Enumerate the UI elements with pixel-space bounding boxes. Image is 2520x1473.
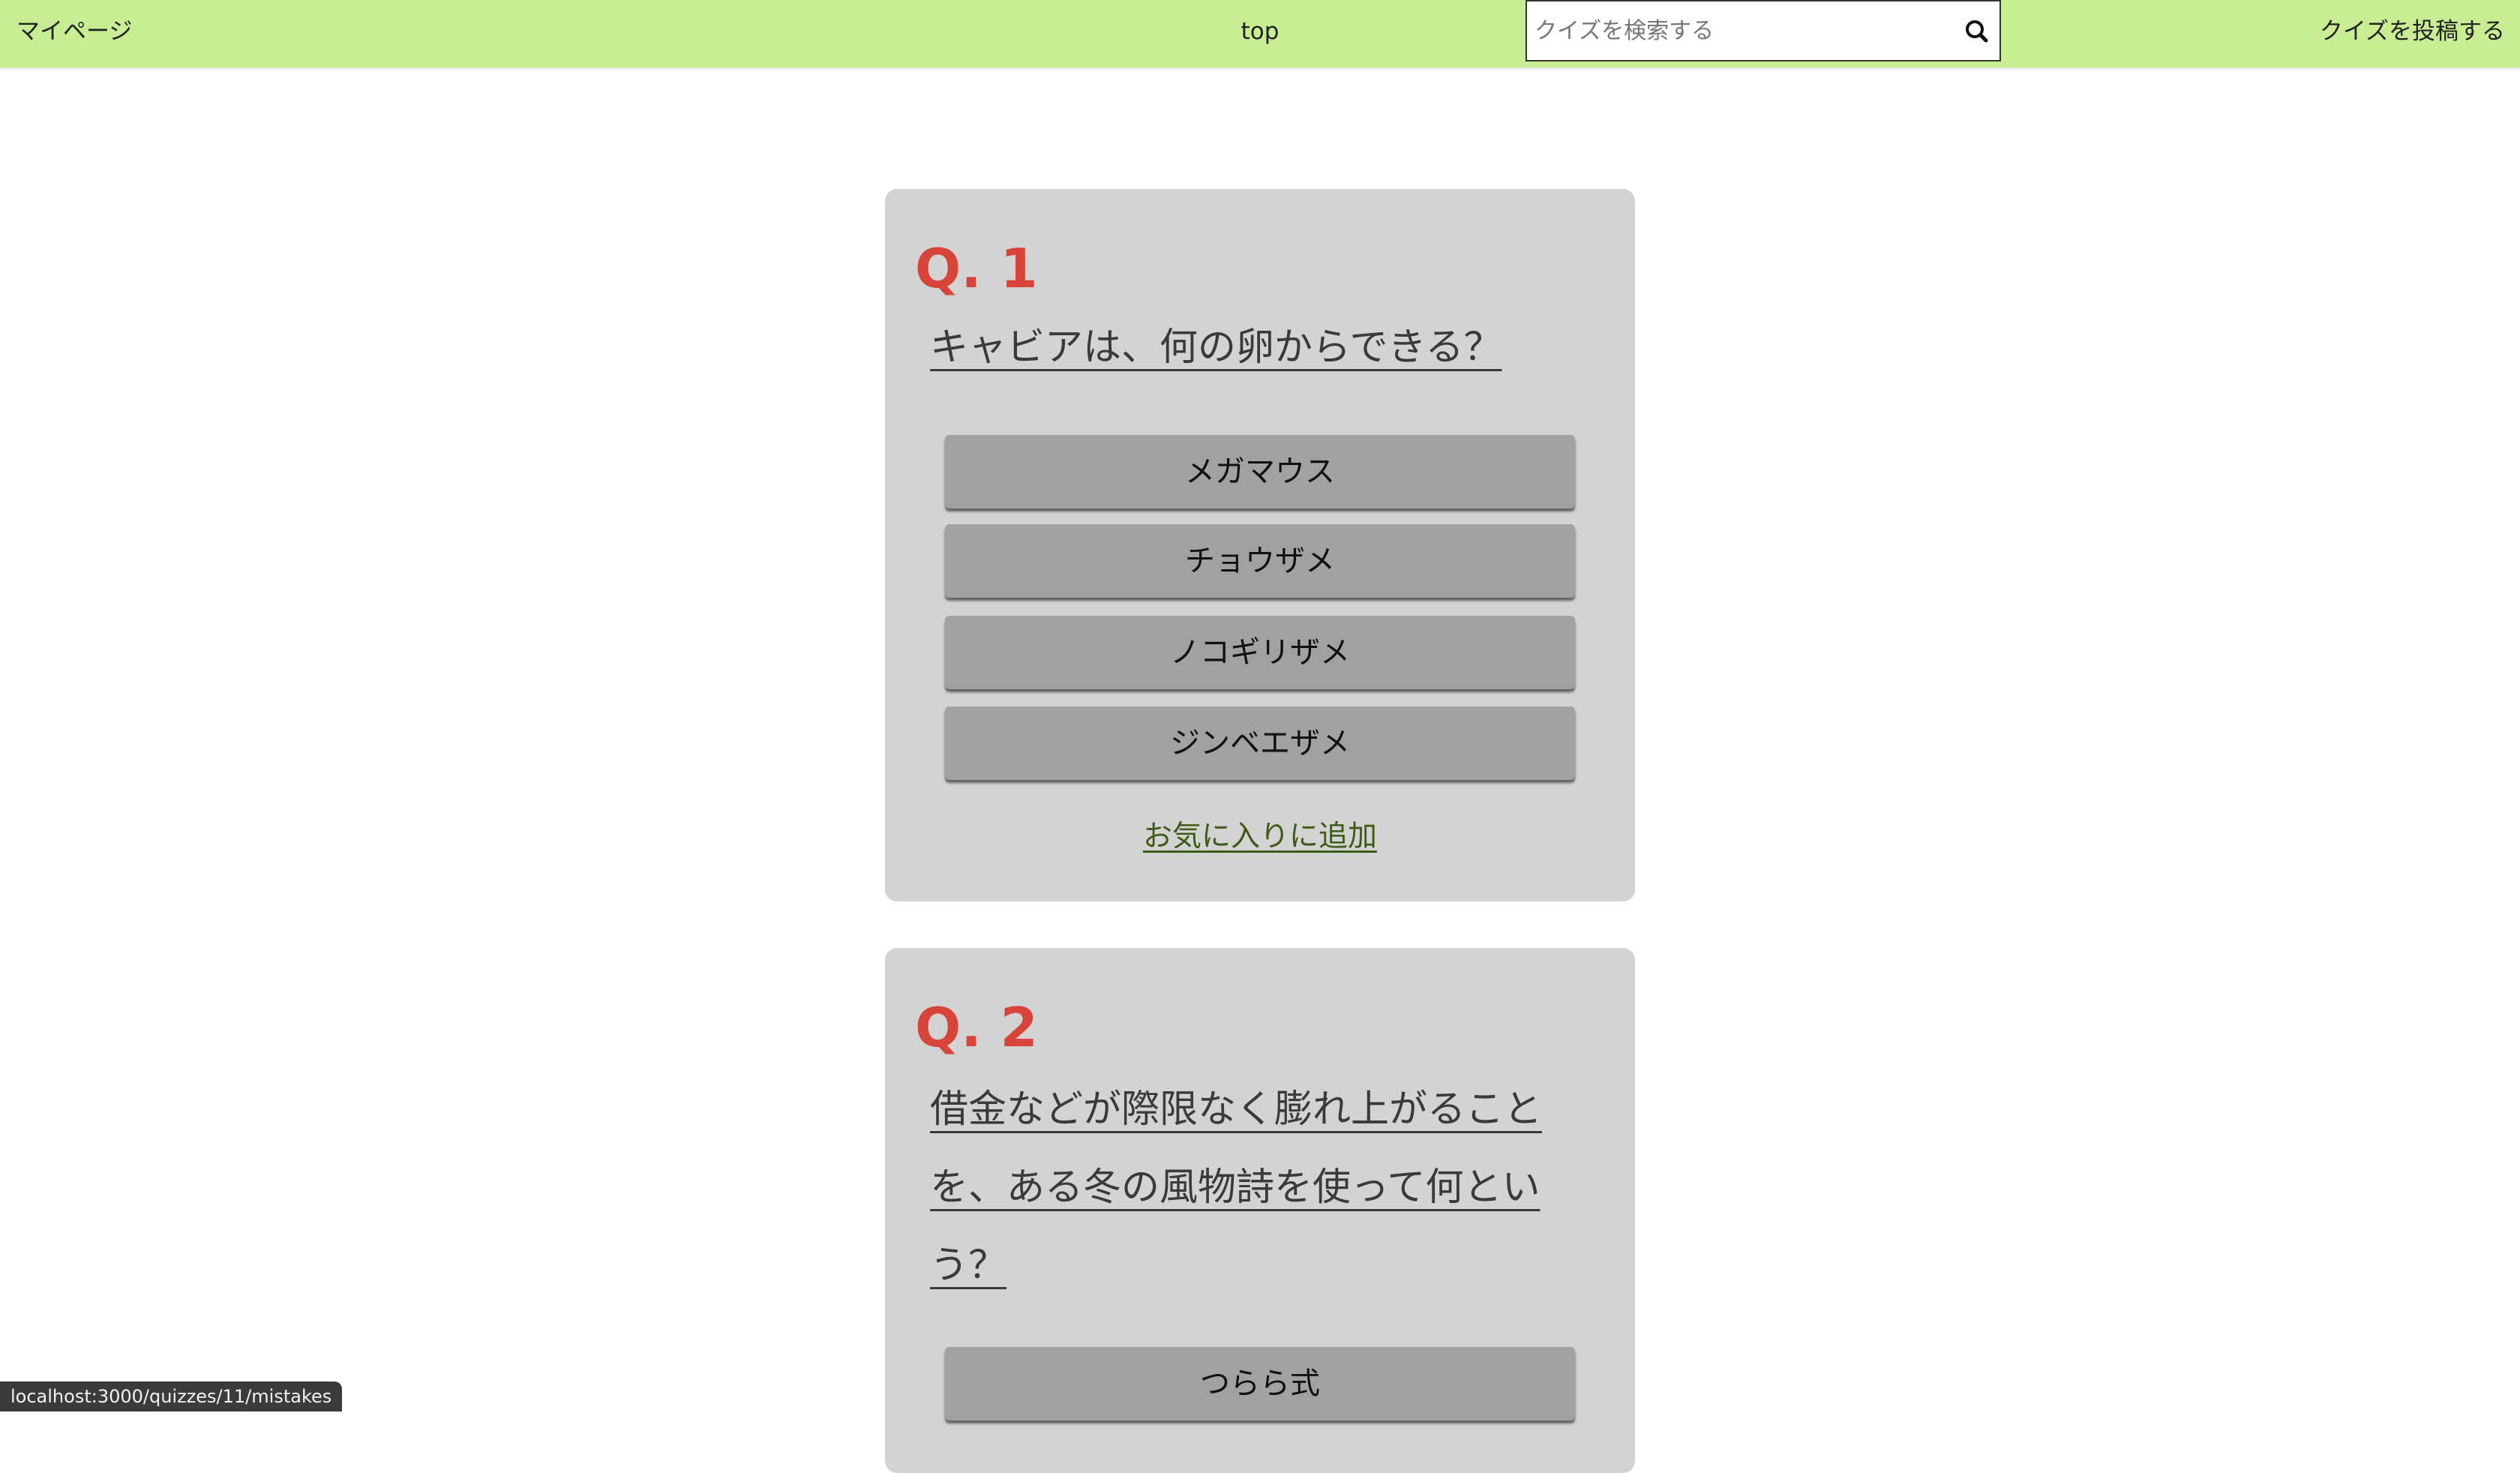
top-navbar: マイページ top クイズを投稿する [0,0,2520,68]
add-favorite-link[interactable]: お気に入りに追加 [885,813,1635,855]
search-input[interactable] [1534,2,1954,60]
mypage-link[interactable]: マイページ [16,0,132,63]
choice-button[interactable]: チョウザメ [945,524,1575,598]
question-number: Q. 2 [915,1000,1038,1054]
choice-button[interactable]: つらら式 [945,1347,1575,1420]
quiz-card: Q. 2 借金などが際限なく膨れ上がることを、ある冬の風物詩を使って何という？ … [885,948,1635,1473]
status-bar-url: localhost:3000/quizzes/11/mistakes [0,1382,342,1412]
question-text-link[interactable]: 借金などが際限なく膨れ上がることを、ある冬の風物詩を使って何という？ [930,1071,1575,1305]
search-icon[interactable] [1962,16,1992,46]
choice-button[interactable]: メガマウス [945,435,1575,508]
question-number: Q. 1 [915,242,1038,296]
question-text-link[interactable]: キャビアは、何の卵からできる？ [930,309,1575,387]
post-quiz-link[interactable]: クイズを投稿する [2320,0,2505,63]
choice-button[interactable]: ジンベエザメ [945,706,1575,780]
quiz-card: Q. 1 キャビアは、何の卵からできる？ メガマウス チョウザメ ノコギリザメ … [885,189,1635,902]
top-link[interactable]: top [1241,0,1280,63]
search-form [1526,0,2001,62]
choice-button[interactable]: ノコギリザメ [945,616,1575,689]
